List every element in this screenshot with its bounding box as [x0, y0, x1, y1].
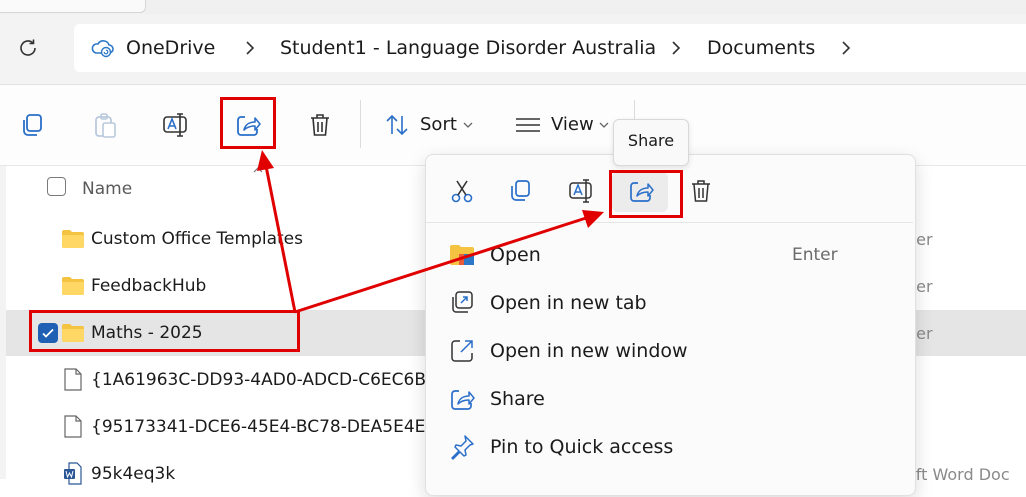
copy-icon[interactable] — [507, 177, 535, 205]
breadcrumb-documents[interactable]: Documents — [707, 24, 815, 72]
share-tooltip: Share — [613, 119, 689, 166]
menu-item-open[interactable]: Open — [490, 244, 541, 266]
chevron-right-icon[interactable] — [240, 38, 260, 58]
menu-item-share[interactable]: Share — [490, 388, 545, 410]
menu-item-pin-quick-access[interactable]: Pin to Quick access — [490, 436, 673, 458]
file-name: {1A61963C-DD93-4AD0-ADCD-C6EC6BF4 — [91, 370, 447, 390]
folder-icon — [62, 324, 84, 342]
view-button[interactable]: View — [551, 114, 594, 135]
onedrive-icon — [91, 40, 114, 58]
file-name: Maths - 2025 — [91, 323, 203, 343]
tooltip-text: Share — [627, 131, 675, 150]
select-all-checkbox[interactable] — [47, 177, 66, 196]
menu-item-open-new-tab[interactable]: Open in new tab — [490, 292, 647, 314]
breadcrumb-onedrive[interactable]: OneDrive — [126, 24, 215, 72]
file-name: Custom Office Templates — [91, 229, 303, 249]
new-window-icon — [451, 340, 473, 362]
share-icon — [451, 390, 475, 410]
paste-icon — [95, 113, 116, 138]
address-bar[interactable]: OneDrive Student1 - Language Disorder Au… — [74, 24, 1026, 72]
toolbar-separator — [360, 100, 361, 148]
folder-icon — [62, 230, 84, 248]
breadcrumb-student[interactable]: Student1 - Language Disorder Australia — [280, 24, 656, 72]
delete-icon[interactable] — [305, 110, 335, 140]
chevron-right-icon[interactable] — [666, 38, 686, 58]
rename-icon[interactable] — [567, 177, 595, 205]
row-checkbox-checked[interactable] — [38, 323, 58, 343]
folder-icon — [62, 277, 84, 295]
rename-icon[interactable] — [160, 110, 190, 140]
sort-button[interactable]: Sort — [420, 114, 457, 135]
delete-icon[interactable] — [687, 177, 715, 205]
file-name: {95173341-DCE6-45E4-BC78-DEA5E4E171 — [91, 417, 458, 437]
active-tab[interactable] — [0, 0, 146, 13]
sort-icon[interactable] — [383, 110, 413, 140]
menu-item-open-new-window[interactable]: Open in new window — [490, 340, 688, 362]
word-document-icon — [64, 462, 82, 485]
shortcut-open: Enter — [792, 245, 838, 265]
file-name: FeedbackHub — [91, 276, 207, 296]
checkmark-icon — [42, 328, 54, 338]
chevron-down-icon[interactable] — [598, 120, 610, 130]
column-header-name[interactable]: Name — [82, 179, 132, 199]
share-icon[interactable] — [627, 177, 655, 205]
folder-open-icon — [450, 245, 474, 265]
sort-indicator-icon — [253, 167, 263, 173]
file-icon — [64, 368, 82, 391]
chevron-right-icon[interactable] — [836, 38, 856, 58]
menu-separator — [426, 222, 913, 223]
chevron-down-icon[interactable] — [462, 120, 474, 130]
file-type: oft Word Doc — [906, 465, 1010, 484]
share-icon[interactable] — [233, 110, 263, 140]
refresh-icon[interactable] — [16, 36, 40, 60]
cut-icon[interactable] — [448, 177, 476, 205]
view-icon[interactable] — [513, 110, 543, 140]
file-icon — [64, 415, 82, 438]
new-tab-icon — [452, 291, 473, 313]
pin-icon — [451, 435, 474, 460]
copy-icon[interactable] — [18, 110, 48, 140]
file-name: 95k4eq3k — [91, 464, 176, 484]
